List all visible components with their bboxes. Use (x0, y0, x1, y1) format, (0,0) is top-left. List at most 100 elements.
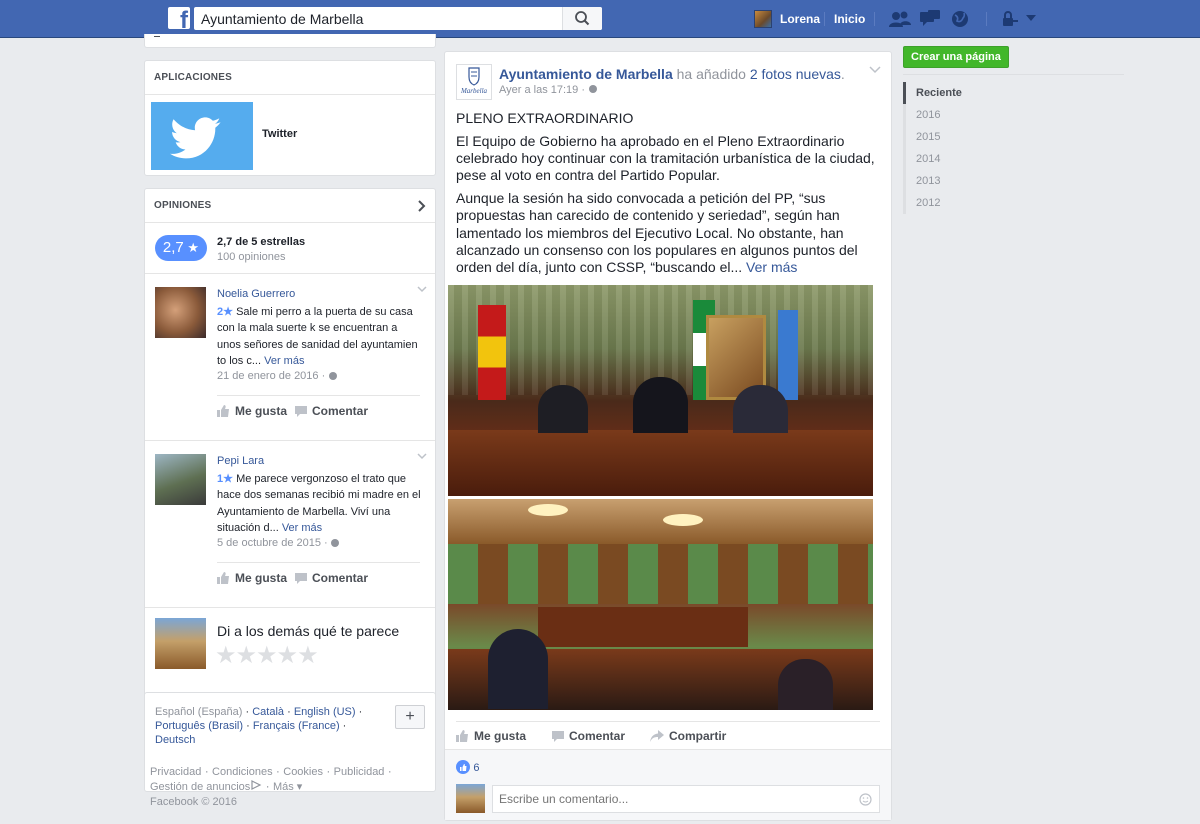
review-like-button[interactable]: Me gusta (217, 404, 287, 418)
language-link[interactable]: Deutsch (155, 734, 195, 746)
nav-divider (986, 12, 987, 26)
rate-star-icon[interactable]: ★ (256, 641, 277, 670)
comment-input[interactable] (493, 786, 843, 812)
rate-star-icon[interactable]: ★ (236, 641, 257, 670)
rating-stars-input[interactable]: ★★★★★ (215, 641, 319, 670)
see-more-link[interactable]: Ver más (282, 522, 322, 534)
rate-star-icon[interactable]: ★ (277, 641, 298, 670)
photo-flag (478, 305, 506, 400)
city-crest-icon (468, 67, 480, 86)
comment-icon (295, 405, 307, 417)
nav-profile-link[interactable]: Lorena (754, 9, 820, 29)
add-language-button[interactable]: + (395, 705, 425, 729)
reviewer-avatar[interactable] (155, 287, 206, 338)
notifications-globe-icon[interactable] (948, 8, 972, 30)
search-button[interactable] (562, 7, 602, 30)
messages-icon[interactable] (918, 8, 942, 30)
post-options-chevron-down-icon[interactable] (869, 66, 881, 74)
thumbs-up-icon (217, 572, 229, 584)
footer-link[interactable]: Cookies (283, 766, 323, 778)
home-link[interactable]: Inicio (834, 12, 865, 26)
chevron-down-icon[interactable] (417, 286, 427, 294)
reviewer-avatar[interactable] (155, 454, 206, 505)
twitter-app-tile[interactable] (151, 102, 253, 170)
timeline-year-link[interactable]: 2015 (903, 126, 1124, 148)
review-like-button[interactable]: Me gusta (217, 571, 287, 585)
footer-link[interactable]: Más (273, 781, 294, 793)
review-item: Pepi Lara 1★ Me parece vergonzoso el tra… (145, 441, 435, 607)
footer-link[interactable]: Privacidad (150, 766, 201, 778)
review-comment-button[interactable]: Comentar (295, 404, 368, 418)
post-comment-button[interactable]: Comentar (552, 729, 625, 743)
like-count[interactable]: 6 (456, 760, 479, 774)
photo-chandelier (663, 514, 703, 526)
facebook-logo-icon[interactable]: f (168, 7, 190, 29)
language-link[interactable]: Français (France) (253, 720, 340, 732)
search-box (194, 7, 602, 30)
post-action-text: ha añadido (676, 66, 746, 82)
footer-link[interactable]: Gestión de anuncios (150, 781, 250, 793)
review-date[interactable]: 5 de octubre de 2015 · (217, 537, 328, 549)
twitter-app-label[interactable]: Twitter (262, 128, 297, 140)
emoji-smiley-icon[interactable] (859, 793, 872, 806)
review-count[interactable]: 100 opiniones (217, 251, 286, 263)
photo-flag (778, 310, 798, 400)
friend-requests-icon[interactable] (888, 8, 912, 30)
user-avatar (754, 10, 772, 28)
divider (145, 607, 435, 608)
post-photo[interactable] (448, 499, 873, 710)
review-date[interactable]: 21 de enero de 2016 · (217, 370, 325, 382)
language-link[interactable]: Català (252, 706, 284, 718)
chevron-down-icon[interactable] (417, 453, 427, 461)
post-photo[interactable] (448, 285, 873, 496)
timeline-post: Marbella Ayuntamiento de Marbella ha aña… (444, 51, 892, 821)
footer-link[interactable]: Publicidad (334, 766, 385, 778)
reviewer-name[interactable]: Pepi Lara (217, 455, 264, 467)
divider (217, 562, 420, 563)
previous-card-remnant (144, 34, 436, 48)
rate-star-icon[interactable]: ★ (215, 641, 236, 670)
language-link[interactable]: English (US) (294, 706, 356, 718)
post-heading: PLENO EXTRAORDINARIO (456, 110, 634, 126)
rate-prompt: Di a los demás qué te parece (217, 623, 400, 639)
photos-link[interactable]: 2 fotos nuevas (750, 66, 841, 82)
reviewer-name[interactable]: Noelia Guerrero (217, 288, 295, 300)
nav-divider (874, 12, 875, 26)
timeline-year-recent[interactable]: Reciente (903, 82, 1124, 104)
comment-icon (552, 730, 564, 742)
see-more-link[interactable]: Ver más (264, 355, 304, 367)
privacy-shortcuts-icon[interactable] (1000, 10, 1020, 28)
page-logo[interactable]: Marbella (456, 64, 492, 100)
review-stars: 2★ (217, 306, 233, 318)
chevron-right-icon[interactable] (417, 199, 427, 213)
post-paragraph: El Equipo de Gobierno ha aprobado en el … (456, 133, 875, 183)
ad-choices-icon[interactable] (250, 780, 262, 790)
post-share-button[interactable]: Compartir (650, 729, 726, 743)
timeline-year-link[interactable]: 2016 (903, 104, 1124, 126)
search-icon (575, 11, 590, 26)
page-name-link[interactable]: Ayuntamiento de Marbella (499, 66, 673, 82)
post-comments-area: 6 (445, 749, 891, 820)
post-like-button[interactable]: Me gusta (456, 729, 526, 743)
photo-desk (448, 430, 873, 496)
see-more-link[interactable]: Ver más (746, 259, 797, 275)
reviews-title: OPINIONES (154, 200, 212, 211)
timeline-year-link[interactable]: 2012 (903, 192, 1124, 214)
footer-link[interactable]: Condiciones (212, 766, 273, 778)
timeline-year-link[interactable]: 2013 (903, 170, 1124, 192)
reviews-card: OPINIONES 2,7 ★ 2,7 de 5 estrellas 100 o… (144, 188, 436, 718)
reviews-card-title[interactable]: OPINIONES (145, 189, 435, 223)
create-page-button[interactable]: Crear una página (903, 46, 1009, 68)
current-user-avatar (456, 784, 485, 813)
nav-divider (824, 12, 825, 26)
language-link[interactable]: Português (Brasil) (155, 720, 243, 732)
post-timestamp-row: Ayer a las 17:19 · (499, 84, 598, 96)
rate-star-icon[interactable]: ★ (297, 641, 318, 670)
thumbs-up-icon (217, 405, 229, 417)
comment-box (492, 785, 880, 813)
search-input[interactable] (194, 7, 554, 30)
post-time[interactable]: Ayer a las 17:19 · (499, 84, 585, 96)
timeline-year-link[interactable]: 2014 (903, 148, 1124, 170)
account-menu-chevron-down-icon[interactable] (1024, 13, 1038, 23)
review-comment-button[interactable]: Comentar (295, 571, 368, 585)
